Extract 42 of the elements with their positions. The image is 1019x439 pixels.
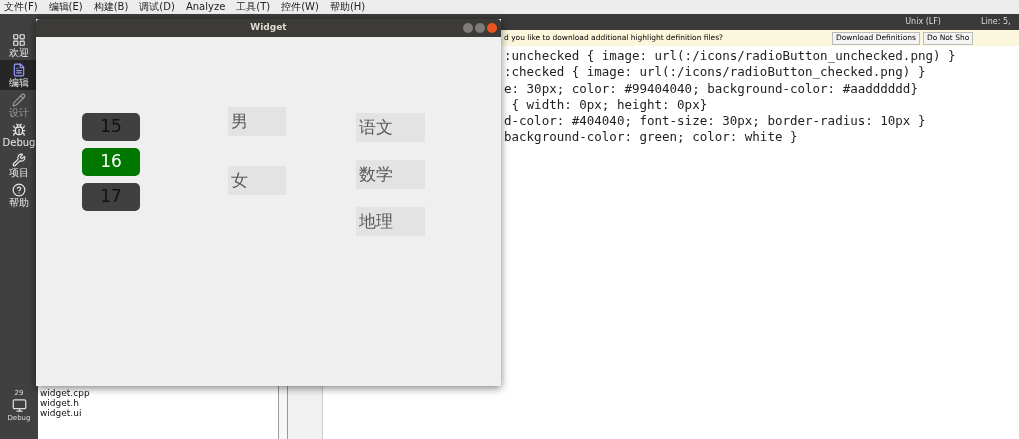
code-line: { width: 0px; height: 0px} [510,96,709,114]
window-title: Widget [250,21,287,35]
age-button[interactable]: 16 [82,148,140,176]
menu-item[interactable]: 调试(D) [139,2,175,12]
help-icon [12,182,26,197]
mode-button[interactable]: 欢迎 [0,30,38,60]
mode-button[interactable]: 项目 [0,150,38,180]
code-line: d-color: #404040; font-size: 30px; border-radius: 10px } [504,113,927,130]
cursor-position: Line: 5, [981,16,1012,28]
mode-button[interactable]: Debug [0,120,38,150]
splitter-handle[interactable] [278,386,288,439]
menu-item[interactable]: 构建(B) [93,2,129,12]
gender-radio[interactable]: 女 [228,166,286,195]
bug-icon [12,122,26,137]
menu-item[interactable]: 文件(F) [4,2,38,12]
file-item[interactable]: widget.h [40,398,278,408]
code-line: :checked { image: url(:/icons/radioButton_checked.png) } [504,64,927,81]
menu-item[interactable]: 帮助(H) [329,2,366,12]
subject-checkbox[interactable]: 数学 [356,160,425,189]
maximize-button[interactable] [475,23,485,33]
mode-button[interactable]: 帮助 [0,180,38,210]
menu-item[interactable]: Analyze [185,2,226,12]
file-item[interactable]: widget.ui [40,408,278,418]
code-line: :unchecked { image: url(:/icons/radioButton_unchecked.png) } [504,48,957,65]
code-line: background-color: green; color: white } [504,129,799,146]
menu-item[interactable]: 编辑(E) [48,2,83,12]
wrench-icon [12,152,26,167]
gender-radio[interactable]: 男 [228,107,286,136]
subject-checkbox[interactable]: 地理 [356,207,425,236]
menu-item[interactable]: 控件(W) [281,2,319,12]
pencil-icon [12,92,26,107]
minimize-button[interactable] [463,23,473,33]
monitor-icon[interactable] [11,398,27,413]
subject-checkbox[interactable]: 语文 [356,113,425,142]
grid-icon [12,32,26,47]
close-button[interactable] [487,23,497,33]
file-item[interactable]: widget.cpp [40,388,278,398]
mode-button[interactable]: 编辑 [0,60,38,90]
code-line: e: 30px; color: #99404040; background-color: #aadddddd} [504,80,919,97]
line-ending-label[interactable]: Unix (LF) [905,16,941,28]
menu-item[interactable]: 工具(T) [236,2,271,12]
document-icon [12,62,26,77]
